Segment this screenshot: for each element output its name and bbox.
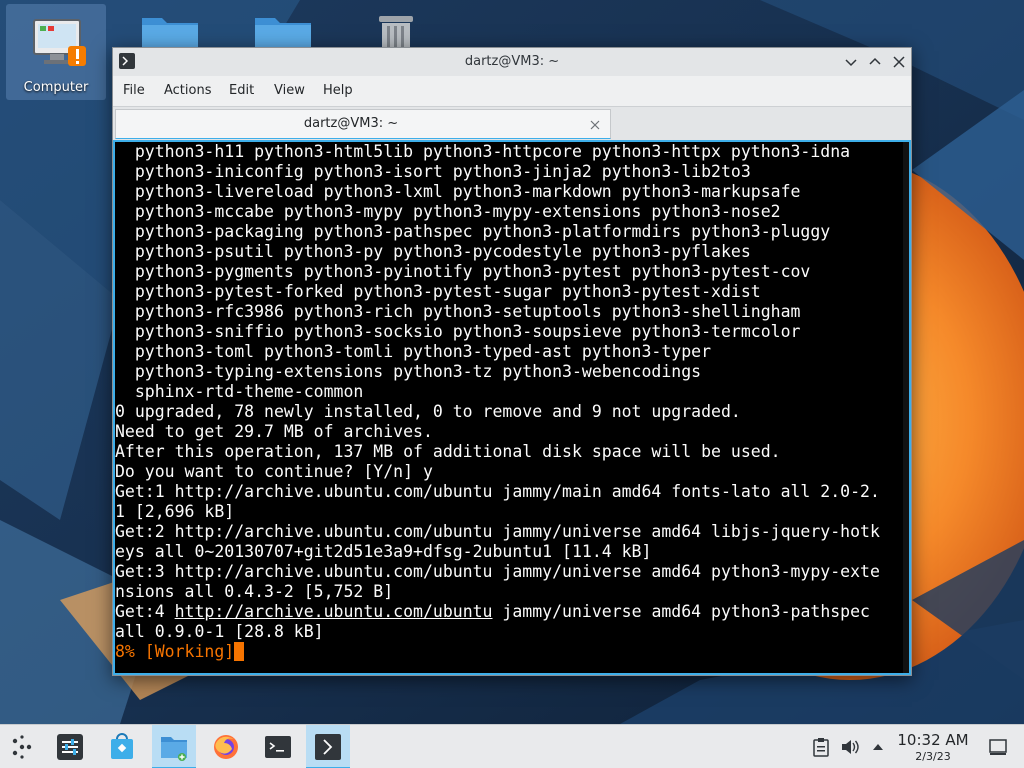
chevron-up-icon [873,744,883,750]
terminal-status-line: 8% [Working] [115,642,245,662]
terminal-line: Get:3 http://archive.ubuntu.com/ubuntu j… [115,562,880,581]
menu-edit[interactable]: Edit [229,83,254,98]
close-icon [590,120,600,130]
terminal-line: python3-iniconfig python3-isort python3-… [115,162,751,181]
tray-volume[interactable] [840,737,860,757]
tray-clipboard[interactable] [812,737,830,757]
terminal-line: python3-packaging python3-pathspec pytho… [115,222,831,241]
system-settings-icon [57,734,83,760]
show-desktop-button[interactable] [988,737,1008,757]
terminal-line-prefix: Get:4 [115,602,175,621]
terminal-line: python3-pygments python3-pyinotify pytho… [115,262,811,281]
tab-terminal[interactable]: dartz@VM3: ~ [115,109,611,139]
application-launcher-button[interactable] [0,725,44,768]
konsole-window: dartz@VM3: ~ File Actions Edit View Help… [112,47,912,676]
taskbar: 10:32 AM 2/3/23 [0,724,1024,768]
taskbar-dolphin[interactable] [152,725,196,768]
terminal-line: python3-pytest-forked python3-pytest-sug… [115,282,761,301]
desktop-icon-computer[interactable]: Computer [6,4,106,100]
tray-expand-button[interactable] [870,739,886,755]
menubar: File Actions Edit View Help [113,76,911,106]
menu-file[interactable]: File [123,83,145,98]
menu-view[interactable]: View [274,83,305,98]
window-title: dartz@VM3: ~ [464,54,560,69]
konsole-icon [265,736,291,758]
terminal-line: python3-rfc3986 python3-rich python3-set… [115,302,801,321]
taskbar-discover[interactable] [100,725,144,768]
terminal-url-link[interactable]: http://archive.ubuntu.com/ubuntu [175,602,493,621]
tab-close-button[interactable] [588,117,602,131]
terminal-line: python3-sniffio python3-socksio python3-… [115,322,801,341]
terminal-output[interactable]: python3-h11 python3-html5lib python3-htt… [113,140,911,675]
taskbar-firefox[interactable] [204,725,248,768]
minimize-button[interactable] [841,52,861,72]
clock-time[interactable]: 10:32 AM [892,731,974,749]
terminal-line: python3-toml python3-tomli python3-typed… [115,342,712,361]
terminal-line: all 0.9.0-1 [28.8 kB] [115,622,324,641]
terminal-line: python3-typing-extensions python3-tz pyt… [115,362,702,381]
maximize-button[interactable] [865,52,885,72]
terminal-line: python3-mccabe python3-mypy python3-mypy… [115,202,781,221]
terminal-line: sphinx-rtd-theme-common [115,382,364,401]
terminal-line: Get:2 http://archive.ubuntu.com/ubuntu j… [115,522,880,541]
terminal-line: After this operation, 137 MB of addition… [115,442,781,461]
desktop-icon-label: Computer [23,80,89,95]
close-button[interactable] [889,52,909,72]
taskbar-konsole-window[interactable] [306,725,350,768]
menu-help[interactable]: Help [323,83,353,98]
terminal-line: Do you want to continue? [Y/n] y [115,462,433,481]
chevron-down-icon [845,59,857,67]
terminal-line: 0 upgraded, 78 newly installed, 0 to rem… [115,402,741,421]
terminal-scrollbar[interactable] [903,142,909,673]
discover-store-icon [111,733,133,759]
tab-bar: dartz@VM3: ~ [113,106,911,140]
terminal-line: 1 [2,696 kB] [115,502,235,521]
chevron-up-icon [869,57,881,65]
terminal-line: python3-psutil python3-py python3-pycode… [115,242,751,261]
terminal-line: nsions all 0.4.3-2 [5,752 B] [115,582,394,601]
clipboard-icon [813,738,829,757]
konsole-window-icon [315,734,341,760]
firefox-icon [214,735,238,759]
application-launcher-icon [12,735,32,759]
taskbar-konsole[interactable] [256,725,300,768]
window-titlebar[interactable]: dartz@VM3: ~ [113,48,911,76]
clock-date[interactable]: 2/3/23 [892,750,974,763]
terminal-line: python3-h11 python3-html5lib python3-htt… [115,142,851,161]
dolphin-file-manager-icon [161,737,187,761]
volume-icon [842,740,859,754]
terminal-line-suffix: jammy/universe amd64 python3-pathspec [492,602,870,621]
terminal-line: Get:1 http://archive.ubuntu.com/ubuntu j… [115,482,880,501]
terminal-line: python3-livereload python3-lxml python3-… [115,182,801,201]
progress-status: 8% [Working] [115,642,235,661]
menu-actions[interactable]: Actions [164,83,212,98]
close-icon [893,56,905,68]
terminal-line: eys all 0~20130707+git2d51e3a9+dfsg-2ubu… [115,542,652,561]
show-desktop-icon [989,739,1007,755]
taskbar-system-settings[interactable] [48,725,92,768]
terminal-cursor [234,642,245,661]
computer-icon [33,19,86,66]
tab-label: dartz@VM3: ~ [303,116,399,131]
terminal-line: Get:4 http://archive.ubuntu.com/ubuntu j… [115,602,870,622]
terminal-line: Need to get 29.7 MB of archives. [115,422,433,441]
